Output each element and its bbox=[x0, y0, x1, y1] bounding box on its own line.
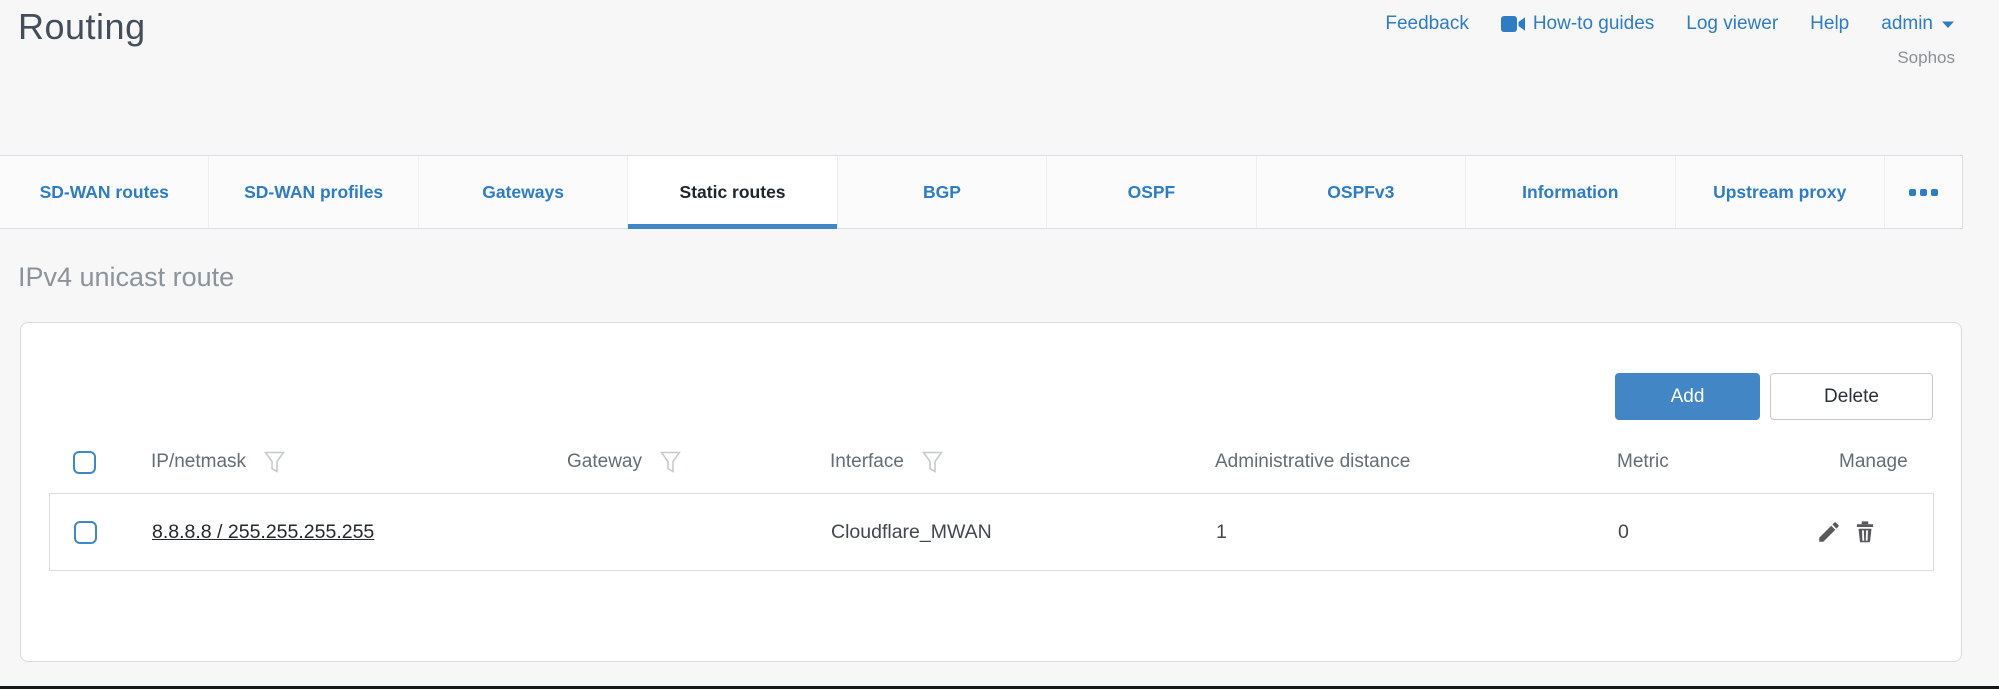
cell-ip-netmask: 8.8.8.8 / 255.255.255.255 bbox=[152, 521, 568, 544]
tab-label: Upstream proxy bbox=[1713, 182, 1846, 203]
tab-bar: SD-WAN routes SD-WAN profiles Gateways S… bbox=[0, 155, 1963, 229]
user-menu-label: admin bbox=[1881, 13, 1933, 35]
routes-panel: Add Delete IP/netmask Gateway bbox=[20, 322, 1962, 662]
brand-label: Sophos bbox=[1897, 48, 1955, 68]
header-checkbox-cell bbox=[49, 451, 151, 474]
ellipsis-icon bbox=[1920, 189, 1927, 196]
row-checkbox-cell bbox=[50, 521, 152, 544]
routes-table: IP/netmask Gateway Interface bbox=[49, 431, 1934, 571]
section-heading: IPv4 unicast route bbox=[18, 262, 234, 293]
help-link[interactable]: Help bbox=[1810, 13, 1849, 35]
howto-guides-link-label: How-to guides bbox=[1533, 13, 1654, 35]
column-label: IP/netmask bbox=[151, 451, 246, 473]
tab-label: OSPFv3 bbox=[1327, 182, 1394, 203]
cell-interface: Cloudflare_MWAN bbox=[831, 521, 1216, 544]
cell-metric: 0 bbox=[1618, 521, 1792, 544]
filter-icon[interactable] bbox=[922, 451, 943, 474]
delete-button[interactable]: Delete bbox=[1770, 373, 1933, 420]
feedback-link[interactable]: Feedback bbox=[1385, 13, 1468, 35]
tab-gateways[interactable]: Gateways bbox=[418, 156, 627, 228]
ellipsis-icon bbox=[1909, 189, 1916, 196]
tab-label: Information bbox=[1522, 182, 1618, 203]
top-header: Routing Feedback How-to guides Log viewe… bbox=[0, 0, 1999, 155]
column-interface: Interface bbox=[830, 451, 1215, 474]
tab-sdwan-routes[interactable]: SD-WAN routes bbox=[0, 156, 208, 228]
filter-icon[interactable] bbox=[264, 451, 285, 474]
column-ip-netmask: IP/netmask bbox=[151, 451, 567, 474]
tab-bgp[interactable]: BGP bbox=[837, 156, 1046, 228]
howto-guides-link[interactable]: How-to guides bbox=[1501, 13, 1654, 35]
tab-information[interactable]: Information bbox=[1465, 156, 1674, 228]
more-tabs-button[interactable] bbox=[1884, 156, 1962, 228]
column-label: Manage bbox=[1839, 451, 1908, 473]
ellipsis-icon bbox=[1931, 189, 1938, 196]
select-all-checkbox[interactable] bbox=[73, 451, 96, 474]
log-viewer-link-label: Log viewer bbox=[1686, 13, 1778, 35]
page-title: Routing bbox=[18, 6, 146, 48]
header-links: Feedback How-to guides Log viewer Help a… bbox=[1385, 13, 1955, 35]
tab-sdwan-profiles[interactable]: SD-WAN profiles bbox=[208, 156, 417, 228]
column-label: Administrative distance bbox=[1215, 451, 1410, 473]
add-button[interactable]: Add bbox=[1615, 373, 1760, 420]
table-header-row: IP/netmask Gateway Interface bbox=[49, 431, 1934, 493]
tab-label: SD-WAN profiles bbox=[244, 182, 383, 203]
caret-down-icon bbox=[1941, 20, 1955, 29]
column-label: Metric bbox=[1617, 451, 1669, 473]
user-menu[interactable]: admin bbox=[1881, 13, 1955, 35]
column-gateway: Gateway bbox=[567, 451, 830, 474]
video-camera-icon bbox=[1501, 15, 1525, 33]
help-link-label: Help bbox=[1810, 13, 1849, 35]
route-link[interactable]: 8.8.8.8 / 255.255.255.255 bbox=[152, 521, 374, 543]
tab-label: OSPF bbox=[1128, 182, 1176, 203]
cell-manage bbox=[1792, 519, 1933, 545]
tab-label: BGP bbox=[923, 182, 961, 203]
feedback-link-label: Feedback bbox=[1385, 13, 1468, 35]
column-admin-distance: Administrative distance bbox=[1215, 451, 1617, 473]
log-viewer-link[interactable]: Log viewer bbox=[1686, 13, 1778, 35]
column-label: Gateway bbox=[567, 451, 642, 473]
column-manage: Manage bbox=[1791, 451, 1934, 473]
tab-ospf[interactable]: OSPF bbox=[1046, 156, 1255, 228]
table-row: 8.8.8.8 / 255.255.255.255 Cloudflare_MWA… bbox=[49, 493, 1934, 571]
toolbar: Add Delete bbox=[1615, 373, 1933, 420]
column-metric: Metric bbox=[1617, 451, 1791, 473]
tab-upstream-proxy[interactable]: Upstream proxy bbox=[1675, 156, 1884, 228]
filter-icon[interactable] bbox=[660, 451, 681, 474]
cell-admin-distance: 1 bbox=[1216, 521, 1618, 544]
tab-label: Static routes bbox=[680, 182, 786, 203]
row-checkbox[interactable] bbox=[74, 521, 97, 544]
tab-ospfv3[interactable]: OSPFv3 bbox=[1256, 156, 1465, 228]
column-label: Interface bbox=[830, 451, 904, 473]
tab-label: SD-WAN routes bbox=[40, 182, 169, 203]
tab-static-routes[interactable]: Static routes bbox=[627, 156, 836, 228]
edit-icon[interactable] bbox=[1816, 519, 1842, 545]
trash-icon[interactable] bbox=[1852, 519, 1878, 545]
tab-label: Gateways bbox=[482, 182, 564, 203]
